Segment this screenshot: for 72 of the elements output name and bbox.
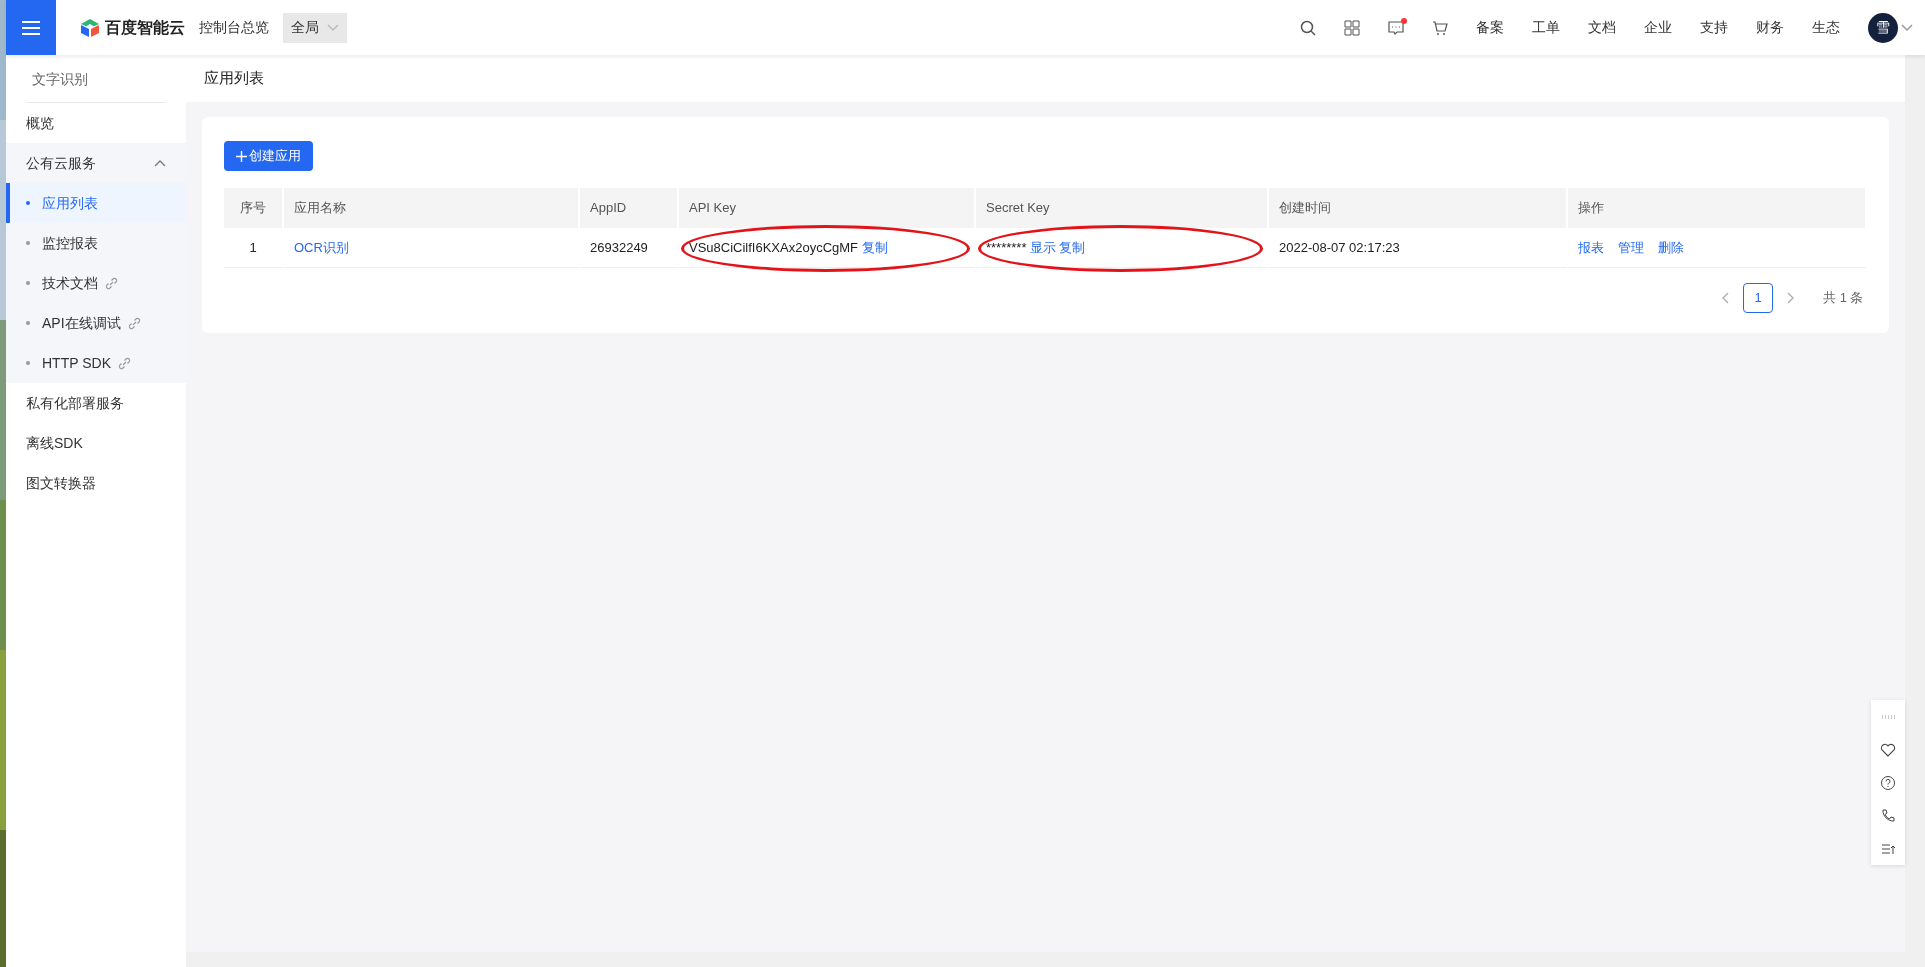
- logo-text: 百度智能云: [105, 17, 185, 38]
- plus-icon: [236, 150, 247, 162]
- drag-handle-icon: [1880, 714, 1896, 719]
- console-link[interactable]: 控制台总览: [199, 17, 269, 38]
- menu-button[interactable]: [6, 0, 56, 55]
- grid-button[interactable]: [1343, 19, 1360, 36]
- sidebar-subitem[interactable]: 技术文档: [6, 263, 186, 303]
- page-button[interactable]: 1: [1743, 283, 1774, 313]
- nav-link[interactable]: 财务: [1755, 17, 1784, 38]
- key-text: ********: [986, 239, 1027, 255]
- nav-link[interactable]: 文档: [1587, 17, 1616, 38]
- action-link[interactable]: 管理: [1618, 237, 1644, 258]
- sidebar-item[interactable]: 图文转换器: [6, 463, 186, 503]
- action-link[interactable]: 报表: [1578, 237, 1604, 258]
- sidebar-item[interactable]: 离线SDK: [6, 423, 186, 463]
- table-cell: 1: [224, 228, 284, 268]
- region-dropdown[interactable]: 全局: [283, 12, 347, 43]
- phone-icon: [1880, 807, 1896, 824]
- key-text: VSu8CiCilfI6KXAx2oycCgMF: [689, 239, 859, 255]
- sidebar-item[interactable]: 私有化部署服务: [6, 383, 186, 423]
- column-header: 操作: [1568, 188, 1867, 228]
- sidebar-subitem[interactable]: 应用列表: [6, 183, 186, 223]
- nav-link[interactable]: 企业: [1643, 17, 1672, 38]
- cart-button[interactable]: [1431, 19, 1448, 36]
- column-header: API Key: [679, 188, 976, 228]
- nav-link[interactable]: 生态: [1811, 17, 1840, 38]
- create-button[interactable]: 创建应用: [224, 141, 313, 171]
- nav-link[interactable]: 备案: [1475, 17, 1504, 38]
- sidebar-subitem[interactable]: API在线调试: [6, 303, 186, 343]
- nav-link[interactable]: 支持: [1699, 17, 1728, 38]
- nav-link[interactable]: 工单: [1531, 17, 1560, 38]
- action-link[interactable]: 删除: [1658, 237, 1684, 258]
- chevron-right-icon[interactable]: [1787, 292, 1796, 304]
- column-header: AppID: [580, 188, 679, 228]
- cart-icon: [1431, 19, 1448, 36]
- table-cell: 2022-08-07 02:17:23: [1269, 228, 1568, 268]
- table-cell: 26932249: [580, 228, 679, 268]
- bullet-icon: [26, 241, 30, 245]
- avatar-button[interactable]: 雪: [1867, 12, 1898, 43]
- sidebar-title: 文字识别: [26, 55, 166, 103]
- message-button[interactable]: [1387, 19, 1404, 36]
- copy-link[interactable]: 复制: [861, 237, 888, 258]
- app-name-link[interactable]: OCR识别: [294, 237, 349, 258]
- sidebar-subitem[interactable]: 监控报表: [6, 223, 186, 263]
- search-icon: [1299, 19, 1316, 36]
- chevron-left-icon[interactable]: [1721, 292, 1730, 304]
- search-button[interactable]: [1299, 19, 1316, 36]
- vertical-scrollbar[interactable]: [1905, 55, 1925, 967]
- menu-icon: [22, 20, 40, 35]
- bullet-icon: [26, 201, 30, 205]
- column-header: Secret Key: [976, 188, 1269, 228]
- copy-link[interactable]: 复制: [1059, 237, 1086, 258]
- logo-icon: [80, 17, 100, 38]
- copy-link[interactable]: 显示: [1030, 237, 1056, 258]
- sidebar-item[interactable]: 概览: [6, 103, 186, 143]
- sidebar-subitem[interactable]: HTTP SDK: [6, 343, 186, 383]
- help-icon: [1880, 774, 1896, 791]
- heart-icon: [1880, 741, 1896, 758]
- bullet-icon: [26, 281, 30, 285]
- sidebar-item[interactable]: 公有云服务: [6, 143, 186, 183]
- column-header: 序号: [224, 188, 284, 228]
- chevron-up-icon: [154, 159, 166, 167]
- grid-icon: [1343, 19, 1360, 36]
- bullet-icon: [26, 361, 30, 365]
- bullet-icon: [26, 321, 30, 325]
- column-header: 创建时间: [1269, 188, 1568, 228]
- chevron-down-icon: [327, 23, 339, 32]
- column-header: 应用名称: [284, 188, 580, 228]
- total-count: 共 1 条: [1823, 289, 1864, 308]
- page-title: 应用列表: [186, 55, 1905, 102]
- message-icon: [1387, 19, 1404, 36]
- chevron-down-icon: [1901, 23, 1913, 32]
